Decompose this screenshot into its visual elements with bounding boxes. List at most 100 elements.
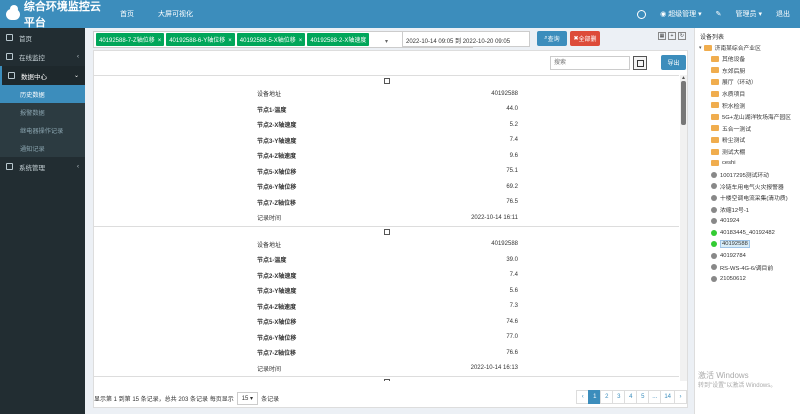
tree-node-label: 粉尘测试	[722, 138, 746, 145]
tree-folder-node[interactable]: ceshi	[695, 157, 800, 169]
field-label: 设备地址	[257, 242, 282, 249]
table-row: 设备地址 40192588	[94, 237, 679, 253]
table-row: 节点4-Z轴速度 9.6	[94, 148, 679, 164]
sidebar-sub-history-data[interactable]: 历史数据	[0, 85, 85, 103]
tree-root-node[interactable]: ▾ 济南某综合产业区	[695, 42, 800, 53]
close-icon[interactable]: ×	[228, 38, 232, 44]
record-checkbox[interactable]	[94, 377, 679, 381]
sidebar-sub-notify-log[interactable]: 通知记录	[0, 139, 85, 157]
channel-tag[interactable]: 40192588-6-Y轴位移 ×	[166, 33, 235, 46]
tree-folder-node[interactable]: 水质项目	[695, 88, 800, 100]
tree-folder-node[interactable]: 展厅（环动）	[695, 76, 800, 88]
tree-device-node[interactable]: 401924	[695, 215, 800, 227]
logout-link[interactable]: 退出	[776, 9, 790, 19]
checkbox-icon[interactable]	[383, 78, 390, 84]
tree-device-node[interactable]: 40192784	[695, 250, 800, 262]
tree-folder-node[interactable]: 五合一测试	[695, 123, 800, 135]
nav-big-screen[interactable]: 大屏可视化	[158, 9, 193, 19]
chevron-down-icon[interactable]: ▾	[699, 45, 702, 51]
tree-folder-node[interactable]: 积水检测	[695, 99, 800, 111]
close-icon[interactable]: ×	[299, 38, 303, 44]
tree-node-label: 10017295测试环动	[720, 173, 769, 180]
record-checkbox[interactable]	[94, 227, 679, 237]
sidebar-item-system[interactable]: 系统管理 ‹	[0, 157, 85, 176]
field-label: 节点1-温度	[257, 258, 287, 265]
tree-folder-node[interactable]: 5G+龙山湖洋牧场海产园区	[695, 111, 800, 123]
field-value: 77.0	[506, 334, 518, 341]
channel-tag[interactable]: 40192588-7-Z轴位移 ×	[96, 33, 165, 46]
channel-tag[interactable]: 40192588-2-X轴速度	[307, 33, 370, 46]
device-status-icon	[711, 194, 717, 201]
field-value: 7.3	[509, 303, 518, 310]
brand[interactable]: 综合环境监控云平台	[0, 0, 110, 30]
tree-node-label: 40183445_40192482	[720, 229, 775, 236]
tree-device-node[interactable]: 十楼空调电流采集(清功质)	[695, 192, 800, 204]
nav-home[interactable]: 首页	[120, 9, 134, 19]
sidebar-item-data-center[interactable]: 数据中心 ⌄	[0, 66, 85, 85]
tree-node-label: 测试大棚	[722, 150, 746, 157]
channel-tag[interactable]: 40192588-5-X轴位移 ×	[236, 33, 306, 46]
home-icon	[6, 34, 13, 41]
tree-folder-node[interactable]: 粉尘测试	[695, 134, 800, 146]
tree-node-label: 展厅（环动）	[722, 80, 757, 87]
settings-circle-icon[interactable]	[637, 9, 647, 19]
field-value: 76.6	[506, 349, 518, 356]
chevron-down-icon[interactable]: ▾	[385, 38, 388, 45]
top-navbar: 综合环境监控云平台 首页 大屏可视化 ◉ 超级管理 ▾ ✎ 管理员 ▾ 退出	[0, 0, 800, 30]
record-block: 设备地址 40192588 节点1-温度 44.0 节点2-X轴速度 5.2 节点3-Y轴速…	[94, 75, 679, 226]
tree-folder-node[interactable]: 其他设备	[695, 53, 800, 65]
tree-node-list: 其他设备 东郊后厨展厅（环动） 水质项目 积水检测 5G+龙山湖洋牧场海产园区 五合一测试…	[695, 53, 800, 285]
sidebar-item-home[interactable]: 首页	[0, 28, 85, 47]
field-label: 节点5-X轴位移	[257, 320, 297, 327]
grid-view-icon[interactable]: ▦	[658, 32, 666, 40]
page-link[interactable]: ›	[674, 390, 687, 404]
table-row: 节点6-Y轴位移 69.2	[94, 179, 679, 195]
tree-node-label: 5G+龙山湖洋牧场海产园区	[722, 115, 792, 122]
query-button[interactable]: ⌕ 查询	[537, 31, 567, 46]
tree-device-node[interactable]: 21050612	[695, 273, 800, 285]
tree-folder-node[interactable]: 东郊后厨	[695, 65, 800, 77]
tree-folder-node[interactable]: 测试大棚	[695, 146, 800, 158]
date-range-input[interactable]: 2022-10-14 09:05 到 2022-10-20 09:05	[402, 31, 530, 47]
user-menu[interactable]: ◉ 超级管理 ▾	[660, 9, 702, 19]
device-status-icon	[711, 171, 717, 178]
tree-node-label: ceshi	[722, 160, 736, 167]
sidebar-item-online-monitor[interactable]: 在线监控 ‹	[0, 47, 85, 66]
sidebar-sub-relay-log[interactable]: 继电器操作记录	[0, 121, 85, 139]
table-row: 设备地址 40192588	[94, 86, 679, 102]
tree-device-node[interactable]: 40192588	[695, 239, 800, 251]
field-label: 节点4-Z轴速度	[257, 154, 297, 161]
record-checkbox[interactable]	[94, 76, 679, 86]
monitor-icon	[6, 53, 13, 60]
folder-icon	[711, 78, 719, 85]
scroll-thumb[interactable]	[681, 81, 686, 125]
field-value: 74.6	[506, 318, 518, 325]
tree-node-label: 水质项目	[722, 92, 746, 99]
tree-device-node[interactable]: 10017295测试环动	[695, 169, 800, 181]
delete-all-button[interactable]: ✖ 全部删	[570, 31, 600, 46]
expand-icon[interactable]: +	[668, 32, 676, 40]
chevron-left-icon: ‹	[77, 53, 79, 60]
chevron-left-icon: ‹	[77, 163, 79, 170]
tree-device-node[interactable]: 浓缩12号-1	[695, 204, 800, 216]
database-icon	[8, 72, 15, 79]
close-icon[interactable]: ×	[158, 38, 162, 44]
admin-menu[interactable]: 管理员 ▾	[736, 9, 762, 19]
vertical-scrollbar[interactable]: ▲	[680, 75, 687, 381]
tree-device-node[interactable]: 冷链车用电气火灾报警器	[695, 181, 800, 193]
tree-device-node[interactable]: RS-WS-4G-6/调目前	[695, 262, 800, 274]
page-link[interactable]: 14	[660, 390, 675, 404]
refresh-icon[interactable]: ↻	[678, 32, 686, 40]
device-tree-panel: 设备列表 ▾ 济南某综合产业区 其他设备 东郊后厨 展厅（环动） 水质项目 积水检测 5G…	[694, 28, 800, 414]
field-label: 节点4-Z轴速度	[257, 304, 297, 311]
tree-device-node[interactable]: 40183445_40192482	[695, 227, 800, 239]
checkbox-icon[interactable]	[383, 379, 390, 381]
export-button[interactable]: 导出	[661, 55, 686, 70]
checkbox-icon[interactable]	[383, 228, 390, 235]
device-status-icon	[711, 206, 717, 213]
pencil-icon[interactable]: ✎	[716, 10, 722, 18]
page-size-select[interactable]: 15 ▾	[236, 391, 259, 405]
columns-toggle-button[interactable]	[633, 56, 647, 70]
sidebar-sub-alarm-data[interactable]: 报警数据	[0, 103, 85, 121]
search-input[interactable]	[550, 56, 630, 70]
